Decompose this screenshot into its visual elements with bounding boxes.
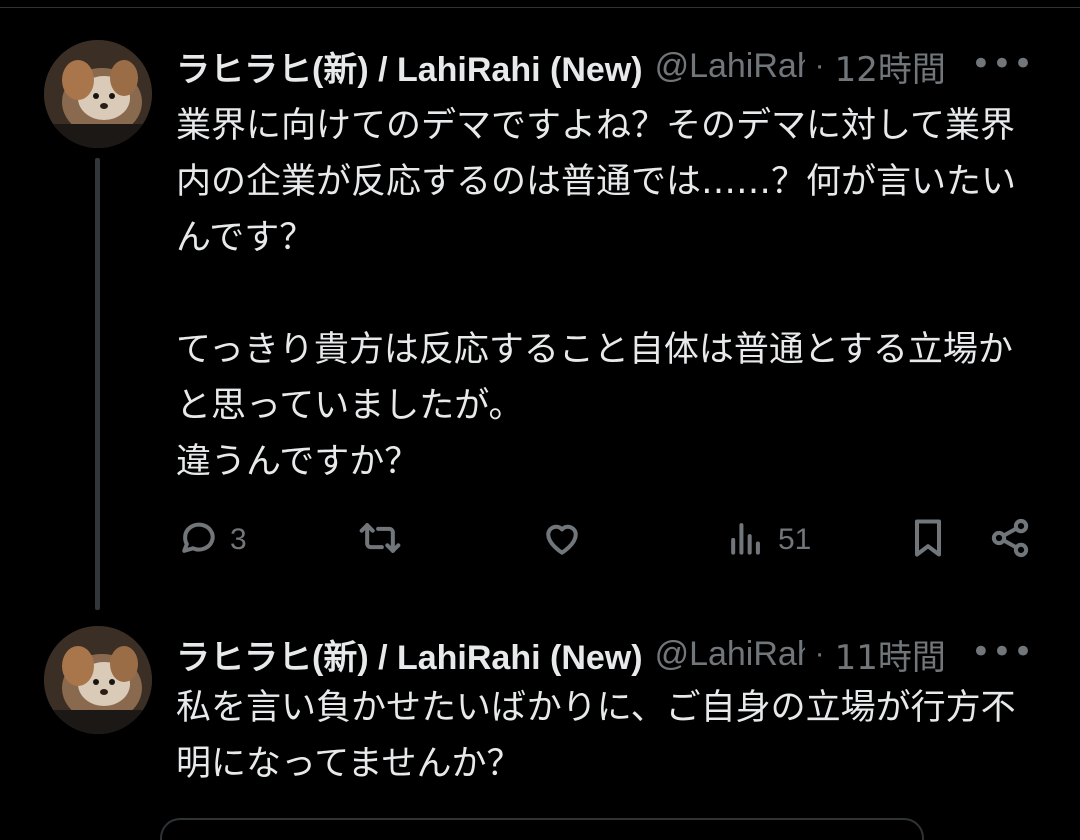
views-button[interactable]: 51 bbox=[724, 510, 811, 570]
next-card-edge bbox=[160, 818, 924, 840]
share-icon bbox=[988, 516, 1032, 564]
tweet-text: 私を言い負かせたいばかりに、ご自身の立場が行方不明になってませんか？ bbox=[176, 688, 1016, 784]
handle[interactable]: @LahiRahi bbox=[655, 635, 805, 674]
avatar-image bbox=[44, 40, 152, 148]
tweet[interactable]: ラヒラヒ(新) / LahiRahi (New) @LahiRahi · 11時… bbox=[0, 620, 1080, 828]
more-icon[interactable]: ••• bbox=[971, 632, 1034, 672]
avatar[interactable] bbox=[44, 626, 152, 734]
avatar-image bbox=[44, 626, 152, 734]
bookmark-button[interactable] bbox=[906, 510, 950, 570]
timestamp[interactable]: 11時間 bbox=[835, 630, 946, 679]
tweet-header: ラヒラヒ(新) / LahiRahi (New) @LahiRahi · 12時… bbox=[176, 42, 1046, 91]
retweet-icon bbox=[358, 516, 402, 564]
tweet-actions: 3 51 bbox=[0, 510, 1080, 570]
divider bbox=[0, 7, 1080, 8]
separator-dot: · bbox=[814, 49, 825, 82]
views-icon bbox=[724, 516, 768, 564]
tweet[interactable]: ラヒラヒ(新) / LahiRahi (New) @LahiRahi · 12時… bbox=[0, 30, 1080, 610]
views-count: 51 bbox=[778, 523, 812, 556]
avatar[interactable] bbox=[44, 40, 152, 148]
retweet-button[interactable] bbox=[358, 510, 412, 570]
tweet-text: 業界に向けてのデマですよね？そのデマに対して業界内の企業が反応するのは普通では…… bbox=[176, 106, 1017, 482]
display-name[interactable]: ラヒラヒ(新) / LahiRahi (New) bbox=[176, 42, 643, 91]
like-icon bbox=[540, 516, 584, 564]
reply-button[interactable]: 3 bbox=[176, 510, 247, 570]
tweet-header: ラヒラヒ(新) / LahiRahi (New) @LahiRahi · 11時… bbox=[176, 630, 1046, 679]
display-name[interactable]: ラヒラヒ(新) / LahiRahi (New) bbox=[176, 630, 643, 679]
like-button[interactable] bbox=[540, 510, 594, 570]
timestamp[interactable]: 12時間 bbox=[835, 42, 946, 91]
reply-icon bbox=[176, 516, 220, 564]
bookmark-icon bbox=[906, 516, 950, 564]
handle[interactable]: @LahiRahi bbox=[655, 47, 805, 86]
share-button[interactable] bbox=[988, 510, 1032, 570]
reply-count: 3 bbox=[230, 523, 247, 556]
more-icon[interactable]: ••• bbox=[971, 44, 1034, 84]
separator-dot: · bbox=[814, 637, 825, 670]
